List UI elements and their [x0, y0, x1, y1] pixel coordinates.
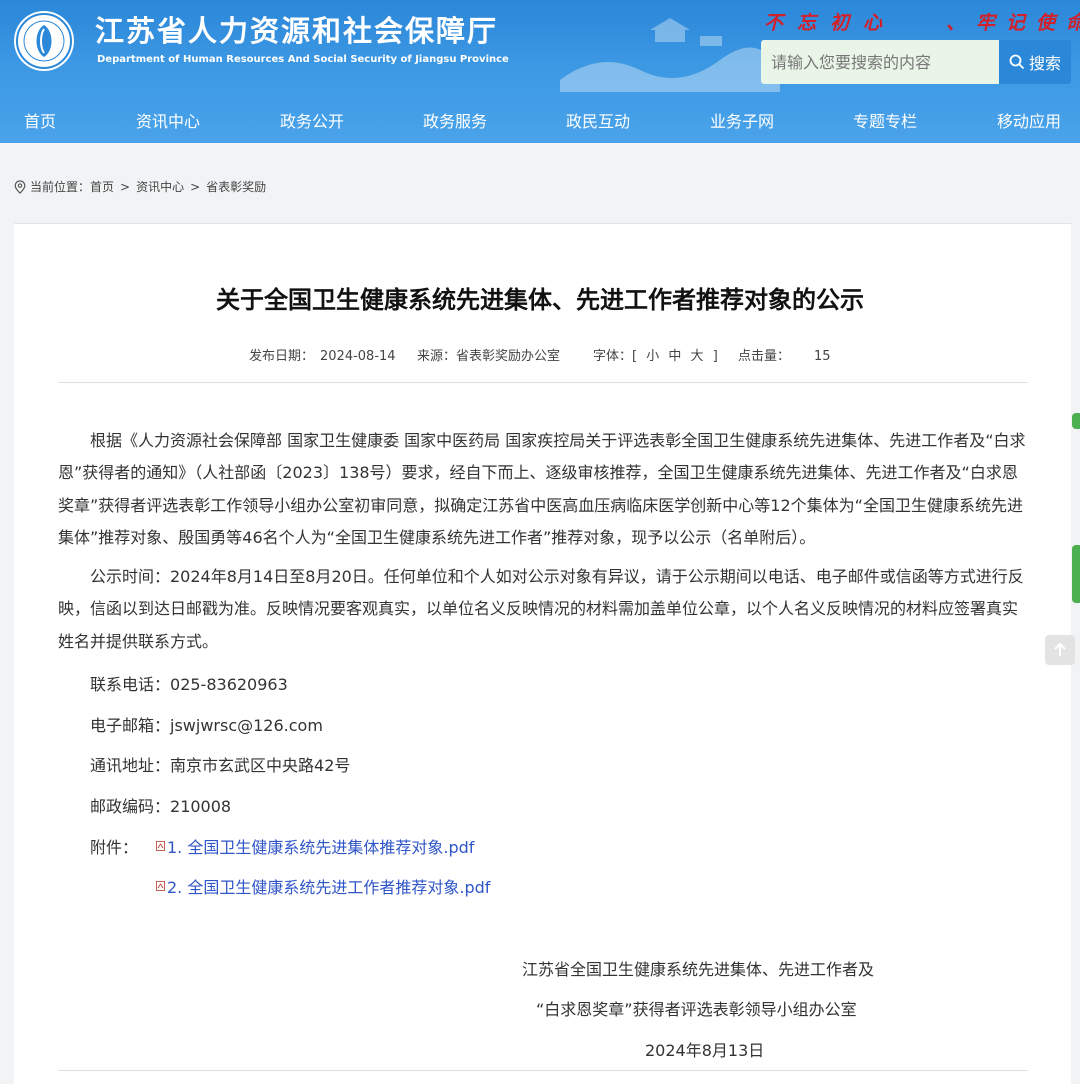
contact-address: 通讯地址：南京市玄武区中央路42号 [90, 752, 350, 776]
pdf-icon [156, 881, 165, 891]
slogan-left: 不忘初心 [764, 12, 897, 34]
font-size-label: 字体：[ [593, 349, 638, 364]
nav-home[interactable]: 首页 [24, 100, 56, 143]
site-title: 江苏省人力资源和社会保障厅 [95, 14, 499, 48]
publish-date-value: 2024-08-14 [320, 349, 396, 364]
font-small-button[interactable]: 小 [646, 349, 659, 364]
title-divider [58, 382, 1028, 383]
contact-postcode-value: 210008 [170, 797, 232, 816]
nav-interaction[interactable]: 政民互动 [566, 100, 630, 143]
nav-topics[interactable]: 专题专栏 [853, 100, 917, 143]
contact-email-label: 电子邮箱： [90, 716, 171, 735]
breadcrumb-separator: > [120, 179, 131, 194]
search-button[interactable]: 搜索 [999, 40, 1071, 84]
search-icon [1009, 54, 1025, 70]
attachment-link-2-text[interactable]: 2. 全国卫生健康系统先进工作者推荐对象.pdf [167, 874, 490, 898]
contact-address-value: 南京市玄武区中央路42号 [170, 756, 351, 775]
breadcrumb-label: 当前位置： [30, 180, 91, 194]
main-nav: 首页 资讯中心 政务公开 政务服务 政民互动 业务子网 专题专栏 移动应用 [0, 100, 1080, 143]
source-value: 省表彰奖励办公室 [456, 349, 561, 364]
breadcrumb-home[interactable]: 首页 [90, 178, 114, 195]
breadcrumb-awards[interactable]: 省表彰奖励 [206, 178, 266, 195]
contact-address-label: 通讯地址： [90, 756, 171, 775]
attachment-link-1-text[interactable]: 1. 全国卫生健康系统先进集体推荐对象.pdf [167, 834, 474, 858]
search-button-label: 搜索 [1028, 54, 1061, 73]
attachments-label: 附件： [90, 838, 139, 857]
signature-line-2: “白求恩奖章”获得者评选表彰领导小组办公室 [536, 1000, 857, 1019]
signature-date: 2024年8月13日 [645, 1041, 765, 1060]
nav-gov-service[interactable]: 政务服务 [423, 100, 487, 143]
attachment-link-1[interactable]: 1. 全国卫生健康系统先进集体推荐对象.pdf [156, 834, 474, 858]
site-subtitle: Department of Human Resources And Social… [97, 54, 509, 65]
article-title: 关于全国卫生健康系统先进集体、先进工作者推荐对象的公示 [216, 286, 864, 314]
breadcrumb-news[interactable]: 资讯中心 [136, 178, 184, 195]
search-input[interactable] [761, 40, 999, 84]
contact-email: 电子邮箱：jswjwrsc@126.com [90, 712, 323, 736]
source: 来源：省表彰奖励办公室 [417, 345, 560, 364]
slogan: 不忘初心 、牢记使命 [764, 8, 1080, 35]
font-size-bracket: ] [712, 349, 718, 364]
attachment-link-2[interactable]: 2. 全国卫生健康系统先进工作者推荐对象.pdf [156, 874, 490, 898]
location-pin-icon [14, 179, 26, 194]
footer-divider [58, 1070, 1028, 1071]
slogan-right: 、牢记使命 [946, 12, 1080, 34]
back-to-top-button[interactable] [1045, 635, 1075, 665]
site-header: 江苏省人力资源和社会保障厅 Department of Human Resour… [0, 0, 1080, 143]
breadcrumb: 当前位置： 首页 > 资讯中心 > 省表彰奖励 [14, 178, 266, 195]
publish-date: 发布日期： 2024-08-14 [249, 345, 396, 364]
pdf-icon [156, 841, 165, 851]
font-size-switcher: 字体：[ 小 中 大 ] [593, 345, 718, 364]
font-medium-button[interactable]: 中 [668, 349, 681, 364]
signature-line-1: 江苏省全国卫生健康系统先进集体、先进工作者及 [522, 960, 875, 979]
contact-phone-label: 联系电话： [90, 675, 171, 694]
publish-date-label: 发布日期： [249, 349, 315, 364]
body-paragraph-2: 公示时间：2024年8月14日至8月20日。任何单位和个人如对公示对象有异议，请… [58, 567, 1024, 651]
nav-gov-open[interactable]: 政务公开 [280, 100, 344, 143]
nav-news[interactable]: 资讯中心 [136, 100, 200, 143]
nav-mobile[interactable]: 移动应用 [997, 100, 1061, 143]
side-float-tab-2[interactable] [1072, 545, 1080, 603]
body-paragraph-1: 根据《人力资源社会保障部 国家卫生健康委 国家中医药局 国家疾控局关于评选表彰全… [58, 431, 1026, 547]
contact-phone: 联系电话：025-83620963 [90, 671, 288, 695]
contact-email-value: jswjwrsc@126.com [170, 716, 323, 735]
emblem-icon [16, 13, 72, 69]
hit-count-label: 点击量： [738, 349, 791, 364]
font-large-button[interactable]: 大 [691, 349, 704, 364]
scenery-decoration [560, 18, 780, 92]
department-logo[interactable] [14, 11, 74, 71]
hit-count: 点击量： 15 [738, 345, 831, 364]
contact-postcode: 邮政编码：210008 [90, 793, 231, 817]
source-label: 来源： [417, 349, 457, 364]
contact-postcode-label: 邮政编码： [90, 797, 171, 816]
arrow-up-icon [1054, 642, 1066, 656]
hit-count-value: 15 [814, 349, 831, 364]
nav-business[interactable]: 业务子网 [710, 100, 774, 143]
side-float-tab-1[interactable] [1072, 413, 1080, 429]
contact-phone-value: 025-83620963 [170, 675, 288, 694]
breadcrumb-separator: > [190, 179, 201, 194]
